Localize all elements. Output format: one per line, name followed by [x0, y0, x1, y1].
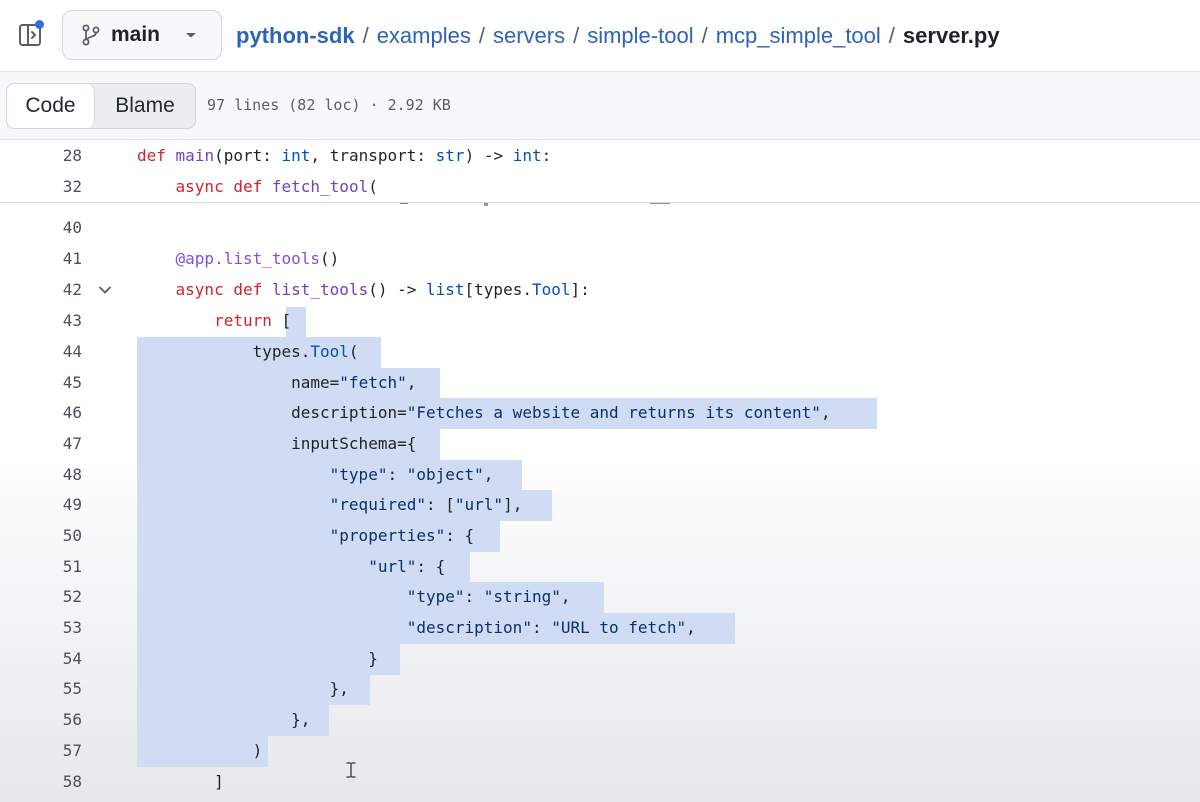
- code-text: }: [137, 649, 378, 668]
- line-number: 54: [62, 649, 82, 668]
- code-text: "required": ["url"],: [329, 495, 523, 514]
- code-line[interactable]: 50 "properties": {: [0, 521, 1200, 551]
- code-line[interactable]: 45 name="fetch",: [0, 368, 1200, 398]
- line-number: 42: [62, 280, 82, 299]
- code-text: return [: [214, 311, 292, 330]
- code-line[interactable]: 54 }: [0, 644, 1200, 674]
- breadcrumb-separator: /: [701, 23, 708, 48]
- code-line[interactable]: 44 types.Tool(: [0, 337, 1200, 367]
- code-line[interactable]: 42 async def list_tools() -> list[types.…: [0, 275, 1200, 305]
- code-text: },: [137, 679, 349, 698]
- line-number: 53: [62, 618, 82, 637]
- chevron-down-icon: [186, 33, 197, 38]
- code-line[interactable]: 56 },: [0, 705, 1200, 735]
- line-number: 56: [62, 710, 82, 729]
- line-number: 57: [62, 741, 82, 760]
- code-text: def main(port: int, transport: str) -> i…: [137, 146, 552, 165]
- code-text: name="fetch",: [137, 373, 417, 392]
- code-line[interactable]: 46 description="Fetches a website and re…: [0, 398, 1200, 428]
- code-text: "type": "string",: [406, 587, 571, 606]
- line-number: 51: [62, 557, 82, 576]
- sticky-line[interactable]: 28 def main(port: int, transport: str) -…: [0, 141, 1200, 171]
- breadcrumb-current-file: server.py: [902, 23, 1000, 48]
- code-text: "properties": {: [329, 526, 475, 545]
- line-number: 55: [62, 679, 82, 698]
- line-number: 49: [62, 495, 82, 514]
- code-line[interactable]: 53 "description": "URL to fetch",: [0, 613, 1200, 643]
- line-number: 28: [62, 146, 82, 165]
- text-cursor-icon: [346, 762, 356, 778]
- repo-header-bar: main python-sdk / examples / servers / s…: [0, 0, 1200, 72]
- code-text: types.Tool(: [137, 342, 359, 361]
- code-text: "url": {: [368, 557, 446, 576]
- code-text: async def list_tools() -> list[types.Too…: [175, 280, 590, 299]
- sticky-line[interactable]: 32 async def fetch_tool(: [0, 172, 1200, 202]
- code-text: ]: [137, 772, 224, 791]
- breadcrumb-dir-simple-tool[interactable]: simple-tool: [587, 23, 693, 49]
- sidebar-toggle-button[interactable]: [14, 18, 48, 52]
- breadcrumb-repo-link[interactable]: python-sdk: [236, 23, 355, 49]
- line-number: 58: [62, 772, 82, 791]
- code-line[interactable]: 41 @app.list_tools(): [0, 244, 1200, 274]
- line-number: 43: [62, 311, 82, 330]
- code-text: @app.list_tools(): [175, 249, 340, 268]
- code-line[interactable]: 55 },: [0, 674, 1200, 704]
- code-line[interactable]: 49 "required": ["url"],: [0, 490, 1200, 520]
- code-line[interactable]: 57 ): [0, 736, 1200, 766]
- code-line[interactable]: 52 "type": "string",: [0, 582, 1200, 612]
- breadcrumb-dir-examples[interactable]: examples: [377, 23, 471, 49]
- code-text: async def fetch_tool(: [175, 177, 378, 196]
- code-text: },: [137, 710, 311, 729]
- code-text: inputSchema={: [137, 434, 417, 453]
- breadcrumb-separator: /: [362, 23, 369, 48]
- code-line[interactable]: 40: [0, 213, 1200, 243]
- code-text: "description": "URL to fetch",: [406, 618, 696, 637]
- code-line[interactable]: 58 ]: [0, 767, 1200, 797]
- breadcrumb-dir-mcp-simple-tool[interactable]: mcp_simple_tool: [716, 23, 881, 49]
- code-line[interactable]: 43 return [: [0, 306, 1200, 336]
- blame-tab-button[interactable]: Blame: [95, 84, 195, 128]
- breadcrumb: python-sdk / examples / servers / simple…: [236, 20, 1000, 52]
- breadcrumb-separator: /: [888, 23, 895, 48]
- line-number: 52: [62, 587, 82, 606]
- file-toolbar: Code Blame 97 lines (82 loc) · 2.92 KB: [0, 72, 1200, 140]
- git-branch-icon: [82, 24, 100, 46]
- line-number: 32: [62, 177, 82, 196]
- code-text: description="Fetches a website and retur…: [137, 403, 831, 422]
- line-number: 45: [62, 373, 82, 392]
- line-number: 48: [62, 465, 82, 484]
- breadcrumb-separator: /: [573, 23, 580, 48]
- branch-name: main: [111, 23, 161, 46]
- fold-chevron-icon[interactable]: [96, 275, 114, 305]
- breadcrumb-dir-servers[interactable]: servers: [493, 23, 565, 49]
- file-info: 97 lines (82 loc) · 2.92 KB: [207, 96, 451, 114]
- sticky-scope-header: 28 def main(port: int, transport: str) -…: [0, 141, 1200, 203]
- code-tab-button[interactable]: Code: [7, 84, 95, 128]
- code-text: ): [137, 741, 263, 760]
- line-number: 44: [62, 342, 82, 361]
- code-line[interactable]: 48 "type": "object",: [0, 460, 1200, 490]
- code-line[interactable]: 47 inputSchema={: [0, 429, 1200, 459]
- line-number: 46: [62, 403, 82, 422]
- code-text: "type": "object",: [329, 465, 494, 484]
- line-number: 50: [62, 526, 82, 545]
- branch-selector-button[interactable]: main: [62, 10, 222, 60]
- line-number: 47: [62, 434, 82, 453]
- breadcrumb-separator: /: [478, 23, 485, 48]
- code-line[interactable]: 51 "url": {: [0, 552, 1200, 582]
- notification-dot: [35, 20, 44, 29]
- view-mode-toggle: Code Blame: [6, 83, 196, 129]
- line-number: 41: [62, 249, 82, 268]
